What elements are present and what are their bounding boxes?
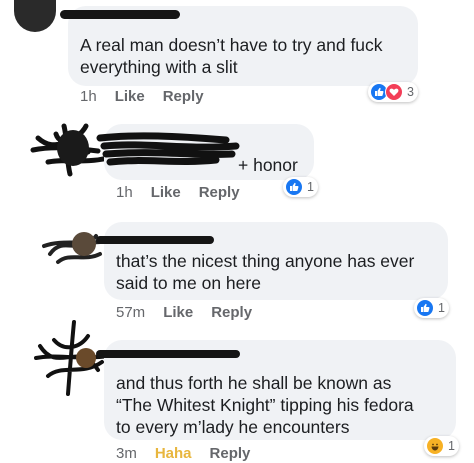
like-button[interactable]: Like bbox=[151, 184, 181, 201]
reaction-summary[interactable]: 1 bbox=[414, 298, 449, 318]
comment-actions: 3m Haha Reply bbox=[116, 445, 250, 462]
comment-time[interactable]: 57m bbox=[116, 304, 145, 321]
haha-icon bbox=[426, 437, 444, 455]
reaction-count: 1 bbox=[438, 301, 445, 315]
reply-button[interactable]: Reply bbox=[211, 304, 252, 321]
comment-text: + honor bbox=[238, 155, 298, 175]
like-button[interactable]: Like bbox=[163, 304, 193, 321]
comment-time[interactable]: 3m bbox=[116, 445, 137, 462]
reply-button[interactable]: Reply bbox=[210, 445, 251, 462]
redacted-commenter-name bbox=[60, 10, 180, 19]
redacted-avatar-scribble bbox=[42, 232, 102, 264]
comment-text: and thus forth he shall be known as “The… bbox=[116, 373, 414, 437]
redacted-commenter-name bbox=[96, 350, 240, 358]
comment-text: that’s the nicest thing anyone has ever … bbox=[116, 251, 415, 293]
comment-actions: 1h Like Reply bbox=[80, 88, 204, 105]
comment-text: A real man doesn’t have to try and fuck … bbox=[80, 35, 383, 77]
comment-actions: 57m Like Reply bbox=[116, 304, 252, 321]
reaction-summary[interactable]: 3 bbox=[368, 82, 418, 102]
like-icon bbox=[416, 299, 434, 317]
reaction-summary[interactable]: 1 bbox=[283, 177, 318, 197]
comment-time[interactable]: 1h bbox=[116, 184, 133, 201]
like-button[interactable]: Like bbox=[115, 88, 145, 105]
reaction-count: 1 bbox=[307, 180, 314, 194]
reaction-count: 1 bbox=[448, 439, 455, 453]
love-icon bbox=[385, 83, 403, 101]
avatar[interactable] bbox=[14, 0, 56, 32]
comment-time[interactable]: 1h bbox=[80, 88, 97, 105]
reaction-count: 3 bbox=[407, 85, 414, 99]
redacted-commenter-name bbox=[96, 236, 214, 244]
reply-button[interactable]: Reply bbox=[163, 88, 204, 105]
comment-actions: 1h Like Reply bbox=[116, 184, 240, 201]
haha-reaction-button[interactable]: Haha bbox=[155, 445, 192, 462]
like-icon bbox=[285, 178, 303, 196]
reply-button[interactable]: Reply bbox=[199, 184, 240, 201]
reaction-summary[interactable]: 1 bbox=[424, 436, 459, 456]
